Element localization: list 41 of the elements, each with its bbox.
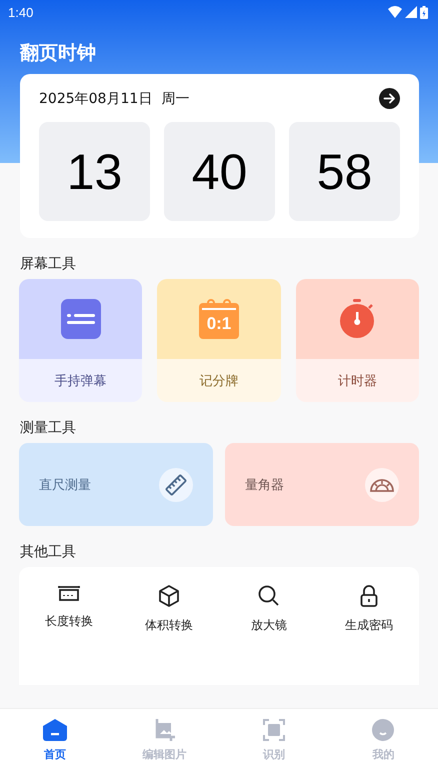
tool-item[interactable]: 放大镜 (219, 585, 319, 685)
tool-item[interactable]: 长度转换 (19, 585, 119, 685)
time-digit-card: 40 (164, 122, 275, 221)
date-text: 2025年08月11日 (39, 90, 152, 108)
image-crop-icon (153, 719, 176, 741)
status-time: 1:40 (8, 4, 34, 20)
tile-label: 手持弹幕 (54, 372, 108, 390)
weekday-text: 周一 (161, 90, 190, 108)
time-digit-card: 58 (289, 122, 400, 221)
lock-icon (360, 585, 378, 607)
home-icon (42, 719, 67, 741)
tool-tile[interactable]: 0:1 记分牌 (157, 279, 281, 402)
ruler-icon (58, 585, 80, 603)
ruler-icon (165, 474, 187, 496)
message-lines-icon (60, 299, 101, 339)
tool-card[interactable]: 量角器 (225, 443, 419, 526)
tile-label: 记分牌 (198, 372, 240, 390)
nav-tab[interactable]: 首页 (0, 709, 110, 779)
search-icon (258, 585, 280, 607)
tool-tile[interactable]: 计时器 (296, 279, 419, 402)
scoreboard-icon-text: 0:1 (206, 314, 232, 334)
section-title: 其他工具 (20, 543, 77, 561)
card-label: 直尺测量 (39, 476, 91, 494)
battery-icon (420, 6, 428, 18)
tool-card[interactable]: 直尺测量 (19, 443, 213, 526)
section-title: 屏幕工具 (20, 255, 77, 273)
signal-icon (405, 6, 417, 18)
scan-icon (262, 719, 285, 741)
tool-tile[interactable]: 手持弹幕 (19, 279, 142, 402)
app-title: 翻页时钟 (20, 41, 97, 66)
tile-label: 计时器 (336, 372, 378, 390)
tool-item[interactable]: 生成密码 (319, 585, 419, 685)
tool-item[interactable]: 体积转换 (119, 585, 219, 685)
cube-icon (159, 585, 179, 607)
stopwatch-icon (339, 299, 376, 339)
card-label: 量角器 (245, 476, 284, 494)
face-icon (372, 719, 394, 741)
wifi-icon (388, 6, 402, 18)
protractor-icon (370, 478, 394, 492)
section-title: 测量工具 (20, 419, 77, 437)
time-digit-card: 13 (39, 122, 150, 221)
